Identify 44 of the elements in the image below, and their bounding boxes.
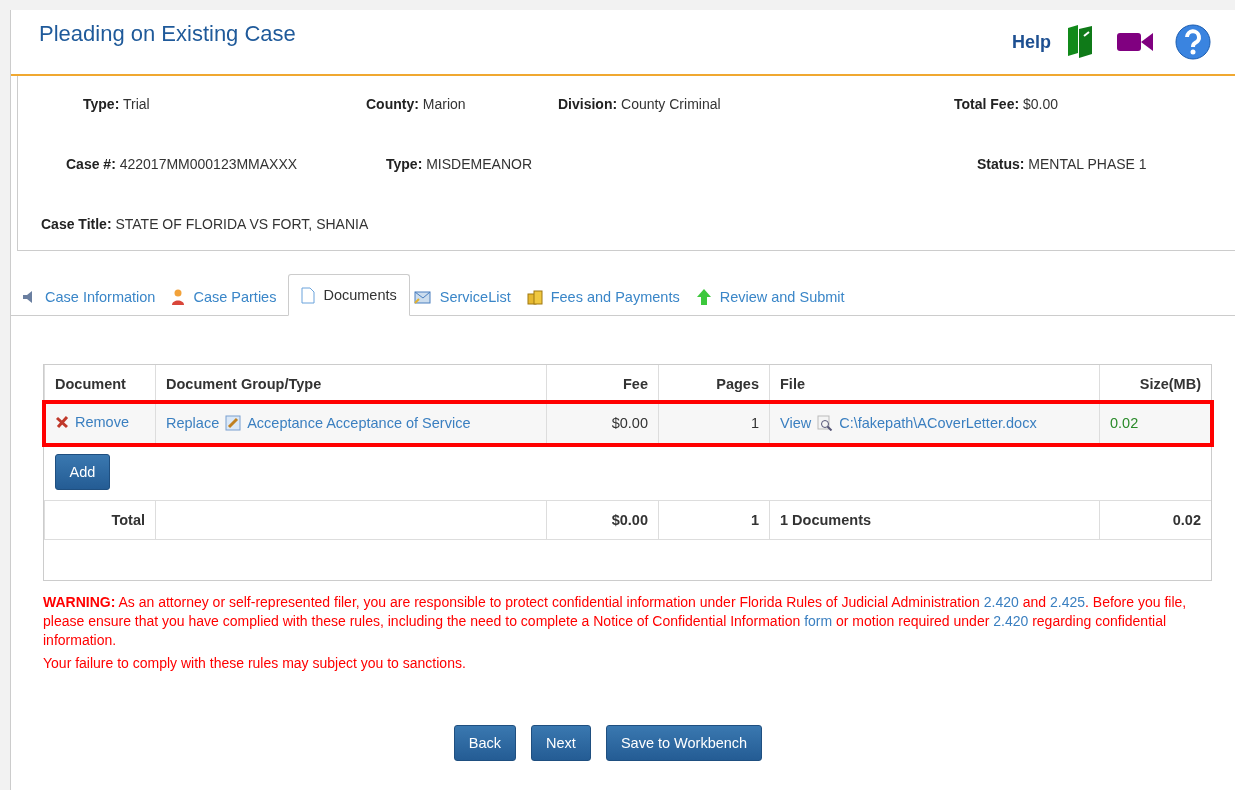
table-cell: 1 bbox=[658, 402, 770, 444]
case-field: Total Fee: $0.00 bbox=[954, 96, 1235, 112]
replace-link[interactable]: Replace bbox=[166, 415, 220, 431]
rule-link[interactable]: 2.420 bbox=[993, 613, 1029, 629]
table-cell: 0.02 bbox=[1099, 402, 1211, 444]
document-type-link[interactable]: Acceptance Acceptance of Service bbox=[247, 415, 471, 431]
file-link[interactable]: C:\fakepath\ACoverLetter.docx bbox=[839, 415, 1037, 431]
books-icon[interactable] bbox=[1065, 24, 1095, 60]
remove-link[interactable]: Remove bbox=[75, 414, 129, 430]
edit-icon[interactable] bbox=[225, 415, 242, 431]
table-cell: $0.00 bbox=[546, 402, 659, 444]
case-field: County: Marion bbox=[366, 96, 558, 112]
tab[interactable]: Documents bbox=[288, 274, 410, 316]
nav-button[interactable]: Back bbox=[453, 725, 517, 761]
magnifier-icon[interactable] bbox=[817, 415, 834, 431]
case-field: Case Title: STATE OF FLORIDA VS FORT, SHANIA bbox=[41, 216, 1235, 232]
video-camera-icon[interactable] bbox=[1117, 31, 1153, 53]
sanctions-text: Your failure to comply with these rules may subject you to sanctions. bbox=[43, 655, 467, 671]
remove-icon[interactable] bbox=[55, 415, 69, 429]
table-cell: 1 Documents bbox=[769, 500, 1100, 540]
table-cell: $0.00 bbox=[546, 500, 659, 540]
case-field: Division: County Criminal bbox=[558, 96, 954, 112]
view-link[interactable]: View bbox=[780, 415, 812, 431]
table-cell: Total bbox=[44, 500, 156, 540]
case-field: Type: Trial bbox=[83, 96, 366, 112]
page-title: Pleading on Existing Case bbox=[39, 21, 297, 47]
table-cell: 0.02 bbox=[1099, 500, 1211, 540]
up-arrow-icon bbox=[695, 288, 712, 306]
coins-icon bbox=[526, 289, 543, 305]
warning-text: WARNING: As an attorney or self-represented filer, you are responsible to protect confidential information under Florida Rules of Judicial Administration 2.420 and 2.425. Before you file, please ensure that you have complied with these rules, including the need to complete a Notice of Confidential Information form or motion required under 2.420 regarding confidential information. bbox=[43, 593, 1188, 650]
rule-link[interactable]: 2.420 bbox=[983, 594, 1019, 610]
nav-button[interactable]: Save to Workbench bbox=[605, 725, 763, 761]
table-cell: 1 bbox=[658, 500, 770, 540]
add-button[interactable]: Add bbox=[54, 454, 111, 490]
case-field: Status: MENTAL PHASE 1 bbox=[977, 156, 1235, 172]
nav-button[interactable]: Next bbox=[531, 725, 591, 761]
envelope-icon bbox=[413, 289, 432, 305]
help-link[interactable]: Help bbox=[1012, 31, 1051, 53]
case-field: Type: MISDEMEANOR bbox=[386, 156, 977, 172]
person-icon bbox=[171, 289, 186, 305]
case-field: Case #: 422017MM000123MMAXXX bbox=[66, 156, 386, 172]
rule-link[interactable]: form bbox=[804, 613, 833, 629]
help-icon[interactable] bbox=[1175, 24, 1211, 60]
page-icon bbox=[301, 286, 316, 304]
